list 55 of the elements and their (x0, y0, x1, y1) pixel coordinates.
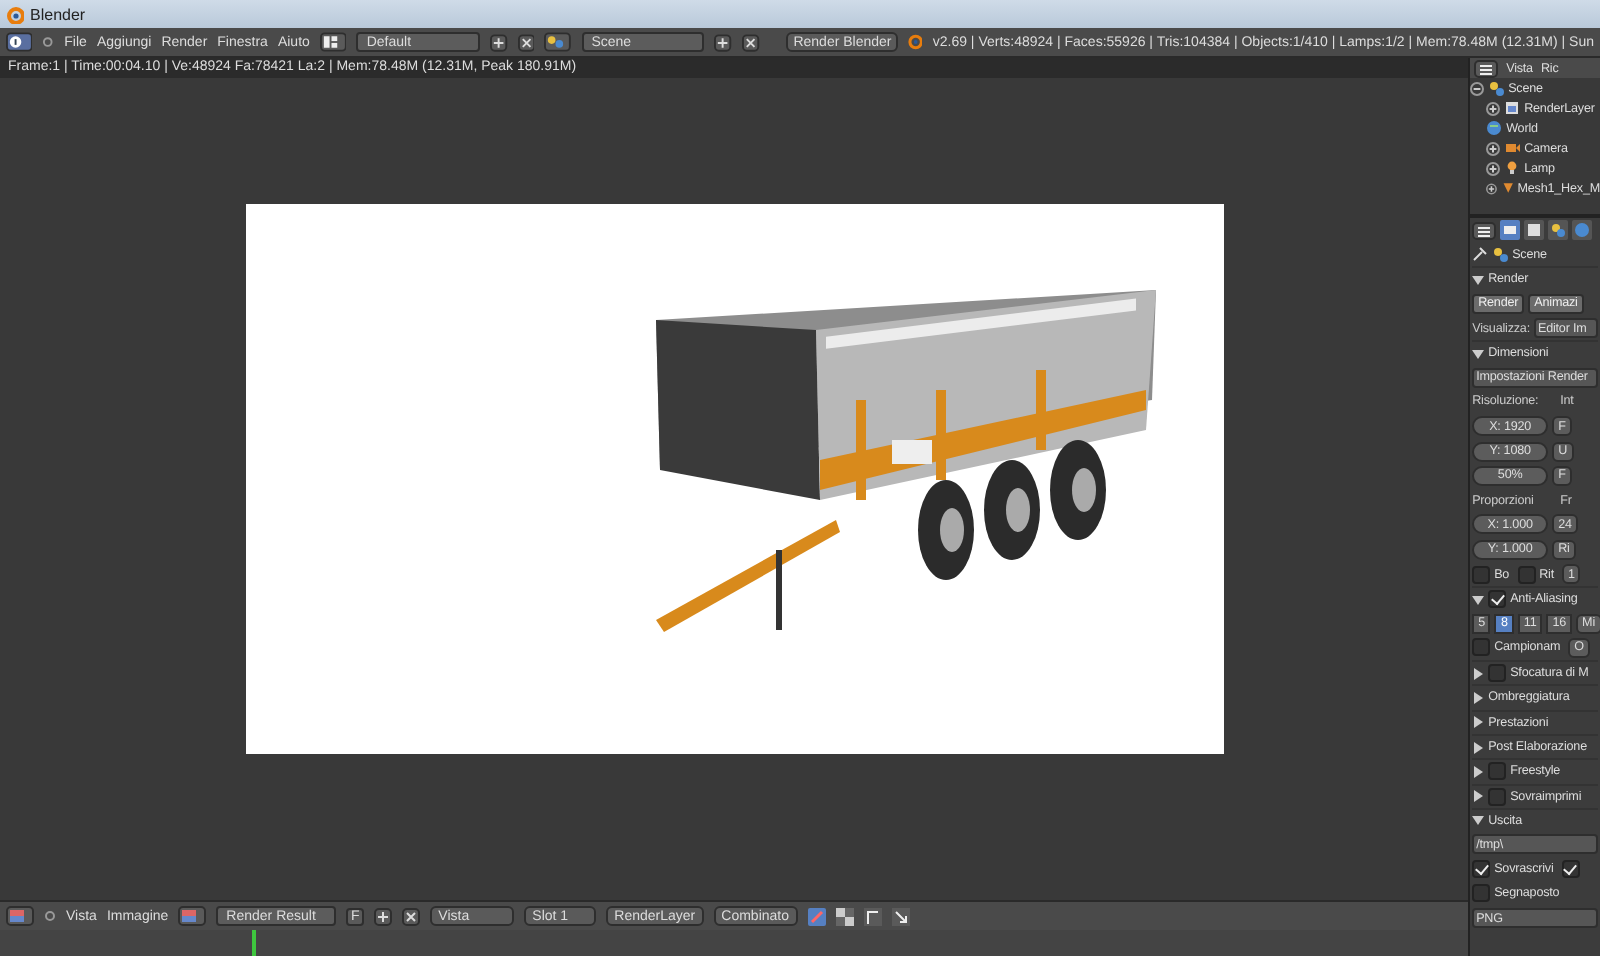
scene-icon[interactable] (544, 32, 572, 52)
pin-icon[interactable] (1472, 246, 1489, 263)
plus-icon[interactable] (490, 33, 508, 51)
expand-arrow-icon[interactable] (1472, 741, 1485, 754)
checkbox[interactable] (1472, 884, 1491, 903)
checkbox[interactable] (1488, 664, 1507, 683)
world-icon (1486, 120, 1503, 136)
expand-arrow-icon[interactable] (1472, 765, 1485, 778)
window-title: Blender (30, 5, 86, 23)
checkbox[interactable] (1472, 638, 1491, 657)
lamp-icon (1504, 160, 1521, 176)
collapse-arrow-icon[interactable] (1472, 347, 1485, 360)
blender-logo-icon[interactable] (6, 5, 24, 23)
checkbox[interactable] (1472, 860, 1491, 879)
expand-arrow-icon[interactable] (1472, 790, 1485, 803)
blender-logo-icon[interactable] (907, 34, 923, 50)
properties-icon[interactable] (1472, 221, 1497, 239)
close-icon[interactable] (742, 33, 760, 51)
layout-icon[interactable] (319, 32, 347, 52)
collapse-arrow-icon[interactable] (1472, 273, 1485, 286)
scene-tab-icon[interactable] (1548, 220, 1569, 240)
layers-icon (1504, 100, 1521, 116)
expand-icon[interactable] (1486, 161, 1501, 175)
collapse-arrow-icon[interactable] (1472, 814, 1485, 827)
arrow-icon[interactable] (891, 907, 909, 925)
mesh-icon (1501, 180, 1514, 196)
plus-icon[interactable] (714, 33, 733, 51)
expand-arrow-icon[interactable] (1472, 691, 1485, 704)
close-icon[interactable] (402, 907, 421, 925)
collapse-arrow-icon[interactable] (1472, 593, 1485, 606)
expand-arrow-icon[interactable] (1472, 716, 1485, 729)
checkbox[interactable] (1488, 762, 1507, 781)
checkbox[interactable] (1517, 565, 1536, 583)
camera-tab-icon[interactable] (1500, 220, 1521, 240)
plus-icon[interactable] (374, 907, 393, 925)
checkbox[interactable] (1561, 860, 1580, 879)
checkbox[interactable] (1488, 590, 1507, 609)
expand-icon[interactable] (1486, 181, 1498, 195)
frame-cursor (252, 930, 256, 956)
scene-icon (1488, 80, 1505, 96)
camera-icon (1504, 140, 1521, 156)
scene-icon (1492, 246, 1509, 263)
expand-icon[interactable] (1486, 101, 1501, 115)
world-tab-icon[interactable] (1572, 220, 1593, 240)
image-icon[interactable] (178, 906, 207, 926)
close-icon[interactable] (517, 33, 535, 51)
checker-icon[interactable] (835, 907, 853, 925)
checkbox[interactable] (1472, 565, 1491, 583)
checkbox[interactable] (1488, 787, 1507, 806)
layers-tab-icon[interactable] (1524, 220, 1545, 240)
expand-arrow-icon[interactable] (1472, 667, 1485, 680)
expand-icon[interactable] (1486, 141, 1501, 155)
info-editor-icon[interactable] (6, 32, 33, 52)
outliner-icon[interactable] (1474, 59, 1499, 77)
image-editor-icon[interactable] (6, 906, 34, 926)
